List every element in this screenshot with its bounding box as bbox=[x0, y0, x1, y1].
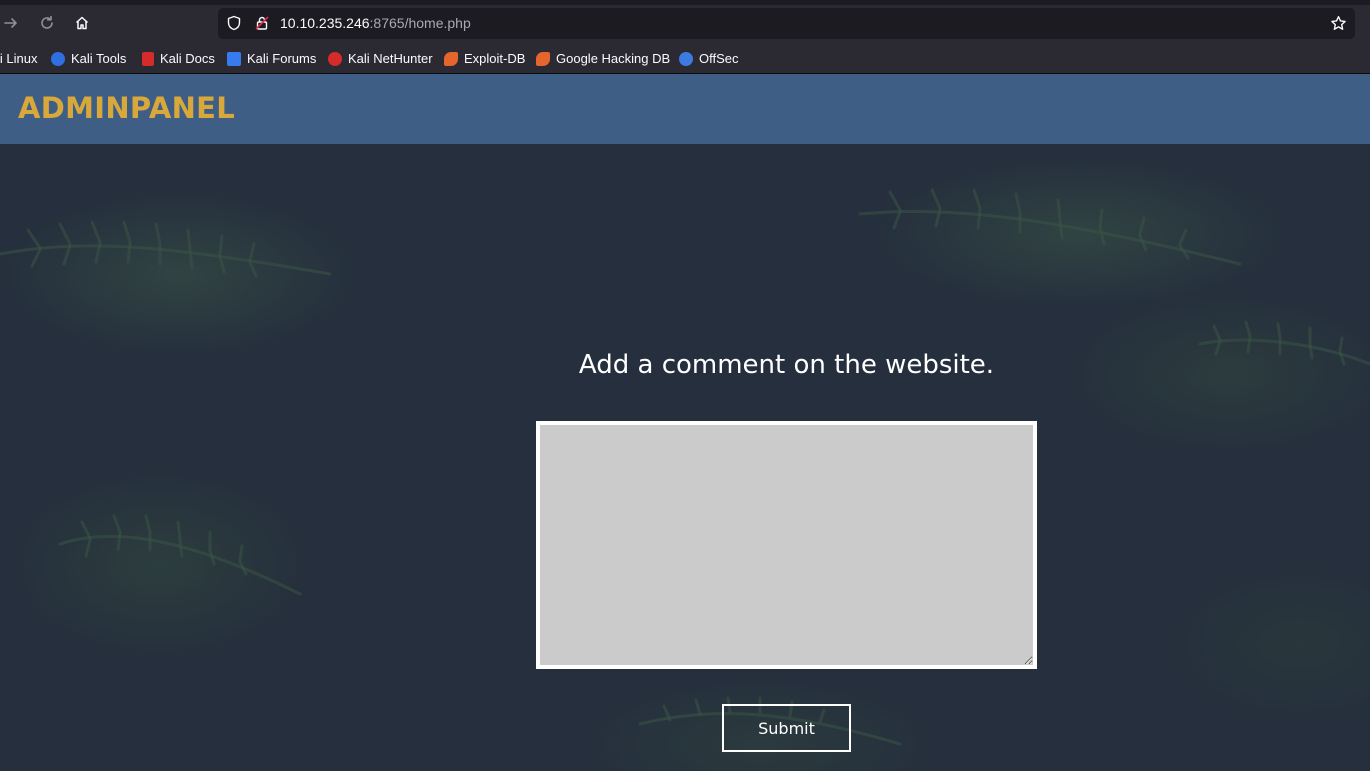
bookmark-label: Kali Tools bbox=[71, 51, 127, 66]
bookmark-kali-nethunter[interactable]: Kali NetHunter bbox=[328, 45, 433, 72]
url-path: :8765/home.php bbox=[369, 15, 471, 31]
address-bar[interactable]: 10.10.235.246:8765/home.php bbox=[218, 8, 1355, 39]
comment-textarea[interactable] bbox=[536, 421, 1037, 669]
submit-button[interactable]: Submit bbox=[722, 704, 851, 752]
comment-section: Add a comment on the website. Submit bbox=[0, 144, 1370, 771]
bookmark-label: li Linux bbox=[0, 51, 38, 66]
reload-icon bbox=[41, 15, 53, 29]
arrow-right-icon bbox=[4, 18, 17, 28]
browser-chrome: 10.10.235.246:8765/home.php li Linux Kal… bbox=[0, 0, 1370, 74]
bookmark-exploit-db[interactable]: Exploit-DB bbox=[444, 45, 525, 72]
web-page: ADMINPANEL Add a comment on the website.… bbox=[0, 74, 1370, 771]
url-text[interactable]: 10.10.235.246:8765/home.php bbox=[280, 15, 471, 31]
site-logo[interactable]: ADMINPANEL bbox=[18, 91, 235, 125]
bookmark-star-icon[interactable] bbox=[1330, 15, 1347, 32]
bookmark-label: Google Hacking DB bbox=[556, 51, 671, 66]
bookmark-label: OffSec bbox=[699, 51, 739, 66]
ghdb-icon bbox=[536, 51, 550, 66]
comment-heading: Add a comment on the website. bbox=[578, 350, 995, 380]
kali-nethunter-icon bbox=[328, 51, 342, 66]
insecure-lock-icon[interactable] bbox=[254, 15, 270, 31]
exploit-db-icon bbox=[444, 51, 458, 66]
kali-forums-icon bbox=[227, 51, 241, 66]
kali-tools-icon bbox=[51, 51, 65, 66]
bookmark-label: Kali NetHunter bbox=[348, 51, 433, 66]
kali-docs-icon bbox=[142, 51, 154, 66]
offsec-icon bbox=[679, 51, 693, 66]
forward-button[interactable] bbox=[0, 8, 26, 38]
home-icon bbox=[75, 16, 89, 30]
url-host: 10.10.235.246 bbox=[280, 15, 370, 31]
site-header: ADMINPANEL bbox=[0, 74, 1370, 144]
bookmark-kali-docs[interactable]: Kali Docs bbox=[142, 45, 215, 72]
shield-icon[interactable] bbox=[226, 15, 242, 31]
bookmark-label: Kali Forums bbox=[247, 51, 317, 66]
bookmark-label: Exploit-DB bbox=[464, 51, 526, 66]
bookmark-google-hacking-db[interactable]: Google Hacking DB bbox=[536, 45, 670, 72]
bookmark-label: Kali Docs bbox=[160, 51, 215, 66]
navigation-toolbar: 10.10.235.246:8765/home.php bbox=[0, 5, 1370, 42]
bookmark-offsec[interactable]: OffSec bbox=[679, 45, 739, 72]
reload-button[interactable] bbox=[32, 8, 62, 38]
home-button[interactable] bbox=[67, 8, 97, 38]
bookmark-kali-tools[interactable]: Kali Tools bbox=[51, 45, 126, 72]
bookmark-kali-linux[interactable]: li Linux bbox=[0, 45, 37, 72]
bookmark-kali-forums[interactable]: Kali Forums bbox=[227, 45, 316, 72]
bookmarks-toolbar: li Linux Kali Tools Kali Docs Kali Forum… bbox=[0, 45, 1370, 72]
